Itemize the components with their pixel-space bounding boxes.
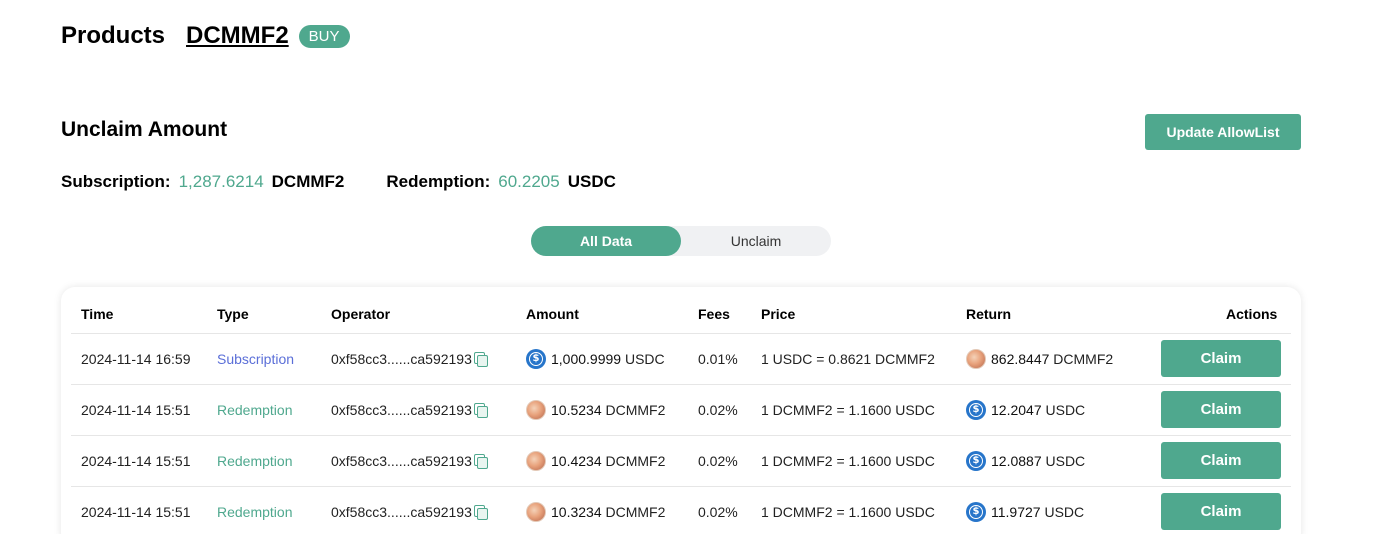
row-return: 12.2047 USDC (966, 385, 1085, 435)
row-time: 2024-11-14 15:51 (81, 453, 191, 469)
table-row: 2024-11-14 16:59 Subscription 0xf58cc3..… (71, 334, 1291, 385)
return-unit: USDC (1045, 402, 1086, 418)
dcmmf2-icon (966, 349, 986, 369)
subscription-value: 1,287.6214 (178, 172, 264, 191)
column-header-operator: Operator (331, 306, 391, 322)
amount-unit: DCMMF2 (605, 504, 666, 520)
return-value: 862.8447 (991, 351, 1050, 367)
usdc-icon (526, 349, 546, 369)
dcmmf2-icon (526, 502, 546, 522)
return-unit: USDC (1045, 453, 1086, 469)
row-type: Subscription (217, 351, 295, 367)
data-filter-toggle: All Data Unclaim (531, 226, 831, 256)
operator-address: 0xf58cc3......ca592193 (331, 351, 472, 367)
operator-address: 0xf58cc3......ca592193 (331, 453, 472, 469)
copy-icon[interactable] (473, 352, 488, 367)
row-amount: 10.4234 DCMMF2 (526, 436, 665, 486)
column-header-amount: Amount (526, 306, 579, 322)
row-operator: 0xf58cc3......ca592193 (331, 487, 488, 534)
row-time: 2024-11-14 16:59 (81, 351, 191, 367)
page-header: Products DCMMF2 BUY (61, 22, 350, 50)
row-fees: 0.01% (698, 351, 738, 367)
copy-icon[interactable] (473, 454, 488, 469)
column-header-price: Price (761, 306, 796, 322)
claim-button[interactable]: Claim (1161, 391, 1281, 428)
amount-unit: DCMMF2 (605, 453, 666, 469)
usdc-icon (966, 502, 986, 522)
product-link[interactable]: DCMMF2 (186, 22, 289, 50)
dcmmf2-icon (526, 451, 546, 471)
row-price: 1 DCMMF2 = 1.1600 USDC (761, 402, 935, 418)
row-amount: 10.3234 DCMMF2 (526, 487, 665, 534)
amount-unit: USDC (624, 351, 665, 367)
redemption-unit: USDC (567, 172, 616, 191)
return-unit: DCMMF2 (1053, 351, 1114, 367)
return-value: 12.0887 (991, 453, 1042, 469)
row-type: Redemption (217, 402, 293, 418)
row-type: Redemption (217, 453, 293, 469)
amount-value: 10.4234 (551, 453, 602, 469)
column-header-time: Time (81, 306, 114, 322)
operator-address: 0xf58cc3......ca592193 (331, 504, 472, 520)
row-time: 2024-11-14 15:51 (81, 504, 191, 520)
row-type: Redemption (217, 504, 293, 520)
row-operator: 0xf58cc3......ca592193 (331, 334, 488, 384)
column-header-fees: Fees (698, 306, 730, 322)
row-fees: 0.02% (698, 453, 738, 469)
amount-value: 10.3234 (551, 504, 602, 520)
unclaim-summary: Subscription: 1,287.6214 DCMMF2 Redempti… (61, 172, 616, 192)
buy-badge: BUY (298, 24, 350, 48)
row-operator: 0xf58cc3......ca592193 (331, 436, 488, 486)
row-return: 12.0887 USDC (966, 436, 1085, 486)
subscription-unit: DCMMF2 (271, 172, 345, 191)
row-amount: 1,000.9999 USDC (526, 334, 665, 384)
claim-button[interactable]: Claim (1161, 442, 1281, 479)
claim-button[interactable]: Claim (1161, 340, 1281, 377)
usdc-icon (966, 451, 986, 471)
copy-icon[interactable] (473, 505, 488, 520)
copy-icon[interactable] (473, 403, 488, 418)
row-operator: 0xf58cc3......ca592193 (331, 385, 488, 435)
return-unit: USDC (1044, 504, 1085, 520)
table-row: 2024-11-14 15:51 Redemption 0xf58cc3....… (71, 436, 1291, 487)
usdc-icon (966, 400, 986, 420)
row-return: 862.8447 DCMMF2 (966, 334, 1113, 384)
amount-unit: DCMMF2 (605, 402, 666, 418)
column-header-type: Type (217, 306, 249, 322)
redemption-value: 60.2205 (498, 172, 560, 191)
row-fees: 0.02% (698, 504, 738, 520)
row-price: 1 USDC = 0.8621 DCMMF2 (761, 351, 935, 367)
operator-address: 0xf58cc3......ca592193 (331, 402, 472, 418)
subscription-label: Subscription: (61, 172, 171, 191)
table-header: Time Type Operator Amount Fees Price Ret… (71, 287, 1291, 334)
row-amount: 10.5234 DCMMF2 (526, 385, 665, 435)
row-return: 11.9727 USDC (966, 487, 1084, 534)
return-value: 12.2047 (991, 402, 1042, 418)
table-row: 2024-11-14 15:51 Redemption 0xf58cc3....… (71, 487, 1291, 534)
records-table-card: Time Type Operator Amount Fees Price Ret… (61, 287, 1301, 534)
dcmmf2-icon (526, 400, 546, 420)
unclaim-amount-title: Unclaim Amount (61, 118, 228, 141)
row-price: 1 DCMMF2 = 1.1600 USDC (761, 453, 935, 469)
row-fees: 0.02% (698, 402, 738, 418)
page-title: Products (61, 22, 166, 49)
column-header-return: Return (966, 306, 1012, 322)
column-header-actions: Actions (1226, 306, 1278, 322)
claim-button[interactable]: Claim (1161, 493, 1281, 530)
tab-unclaim[interactable]: Unclaim (681, 226, 831, 256)
tab-all-data[interactable]: All Data (531, 226, 681, 256)
redemption-label: Redemption: (386, 172, 491, 191)
return-value: 11.9727 (991, 504, 1041, 520)
amount-value: 10.5234 (551, 402, 602, 418)
table-row: 2024-11-14 15:51 Redemption 0xf58cc3....… (71, 385, 1291, 436)
row-price: 1 DCMMF2 = 1.1600 USDC (761, 504, 935, 520)
update-allowlist-button[interactable]: Update AllowList (1145, 114, 1301, 150)
amount-value: 1,000.9999 (551, 351, 622, 367)
row-time: 2024-11-14 15:51 (81, 402, 191, 418)
